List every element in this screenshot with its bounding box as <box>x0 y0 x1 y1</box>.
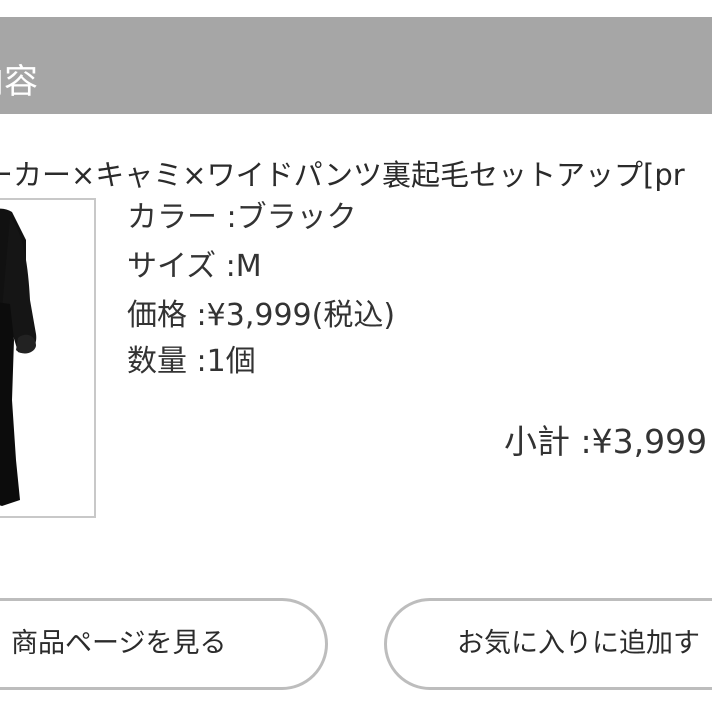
product-color: カラー :ブラック <box>127 200 357 235</box>
subtotal: 小計 :¥3,999 <box>504 422 708 461</box>
section-title: 内容 <box>0 62 38 102</box>
product-size: サイズ :M <box>127 249 262 284</box>
product-photo-icon <box>0 200 94 516</box>
product-quantity: 数量 :1個 <box>127 344 256 379</box>
view-product-page-button[interactable]: 商品ページを見る <box>0 598 328 690</box>
product-price: 価格 :¥3,999(税込) <box>127 298 396 333</box>
product-name-link[interactable]: ーカー×キャミ×ワイドパンツ裏起毛セットアップ[pr <box>0 155 685 195</box>
cart-item-panel: 内容 ーカー×キャミ×ワイドパンツ裏起毛セットアップ[pr カラー :ブラック … <box>0 0 712 712</box>
product-image[interactable] <box>0 198 96 518</box>
add-to-favorites-button[interactable]: お気に入りに追加す <box>384 598 712 690</box>
section-header: 内容 <box>0 17 712 114</box>
